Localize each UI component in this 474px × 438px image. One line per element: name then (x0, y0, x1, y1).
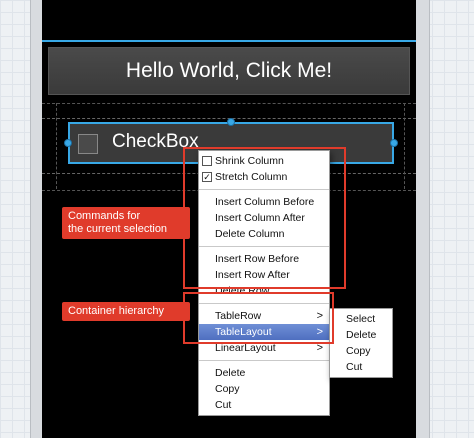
column-guide-left (56, 103, 57, 189)
commands-highlight-frame (183, 147, 346, 289)
menu-item-cut[interactable]: Cut (199, 397, 329, 413)
commands-callout: Commands for the current selection (62, 207, 190, 239)
menu-item-delete[interactable]: Delete (199, 365, 329, 381)
resize-handle-top[interactable] (227, 118, 235, 126)
container-hierarchy-callout: Container hierarchy (62, 302, 190, 321)
resize-handle-left[interactable] (64, 139, 72, 147)
layout-bounds-line (42, 40, 416, 42)
hierarchy-highlight-frame (183, 292, 334, 344)
menu-item-copy[interactable]: Copy (199, 381, 329, 397)
submenu-item-select[interactable]: Select (330, 311, 392, 327)
submenu-item-copy[interactable]: Copy (330, 343, 392, 359)
submenu-item-delete[interactable]: Delete (330, 327, 392, 343)
column-guide-right (404, 103, 405, 189)
submenu: Select Delete Copy Cut (329, 308, 393, 378)
hello-world-button[interactable]: Hello World, Click Me! (48, 47, 410, 95)
menu-separator (199, 360, 329, 361)
resize-handle-right[interactable] (390, 139, 398, 147)
submenu-item-cut[interactable]: Cut (330, 359, 392, 375)
checkbox-square[interactable] (78, 134, 98, 154)
